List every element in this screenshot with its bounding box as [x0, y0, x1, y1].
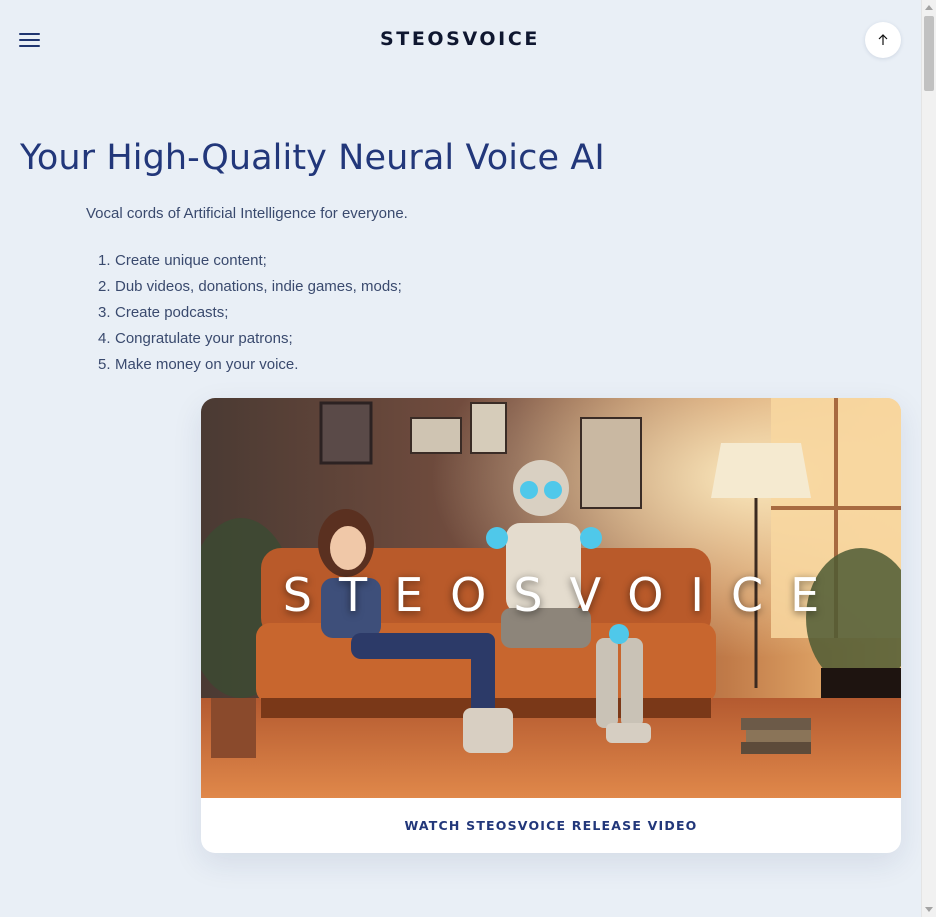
list-item: 5. Make money on your voice. — [98, 354, 402, 380]
list-item-number: 2. — [98, 278, 111, 295]
release-video-card: STEOSVOICE WATCH STEOSVOICE RELEASE VIDE… — [201, 398, 901, 853]
scroll-up-icon[interactable] — [925, 5, 933, 10]
scrollbar-thumb[interactable] — [924, 16, 934, 91]
page-title: Your High-Quality Neural Voice AI — [20, 138, 605, 178]
list-item-number: 1. — [98, 252, 111, 269]
video-overlay-title: STEOSVOICE — [282, 568, 847, 622]
feature-list: 1. Create unique content; 2. Dub videos, d… — [98, 250, 402, 380]
scroll-to-top-button[interactable] — [865, 22, 901, 58]
watch-release-video-link[interactable]: WATCH STEOSVOICE RELEASE VIDEO — [201, 798, 901, 853]
list-item-text: Create unique content; — [115, 252, 267, 269]
list-item-text: Make money on your voice. — [115, 356, 299, 373]
list-item-text: Create podcasts; — [115, 304, 229, 321]
list-item: 4. Congratulate your patrons; — [98, 328, 402, 354]
list-item-text: Congratulate your patrons; — [115, 330, 293, 347]
site-logo[interactable]: STEOSVOICE — [360, 28, 560, 50]
list-item-number: 3. — [98, 304, 111, 321]
list-item-number: 5. — [98, 356, 111, 373]
hamburger-menu-icon[interactable] — [19, 31, 41, 49]
list-item-text: Dub videos, donations, indie games, mods… — [115, 278, 402, 295]
hero-subtitle: Vocal cords of Artificial Intelligence f… — [86, 205, 408, 222]
list-item: 3. Create podcasts; — [98, 302, 402, 328]
video-thumbnail[interactable]: STEOSVOICE — [201, 398, 901, 798]
page-scrollbar[interactable] — [921, 0, 936, 917]
list-item: 1. Create unique content; — [98, 250, 402, 276]
scroll-down-icon[interactable] — [925, 907, 933, 912]
list-item: 2. Dub videos, donations, indie games, mo… — [98, 276, 402, 302]
arrow-up-icon — [878, 34, 888, 45]
list-item-number: 4. — [98, 330, 111, 347]
page: STEOSVOICE Your High-Quality Neural Voic… — [0, 0, 921, 917]
